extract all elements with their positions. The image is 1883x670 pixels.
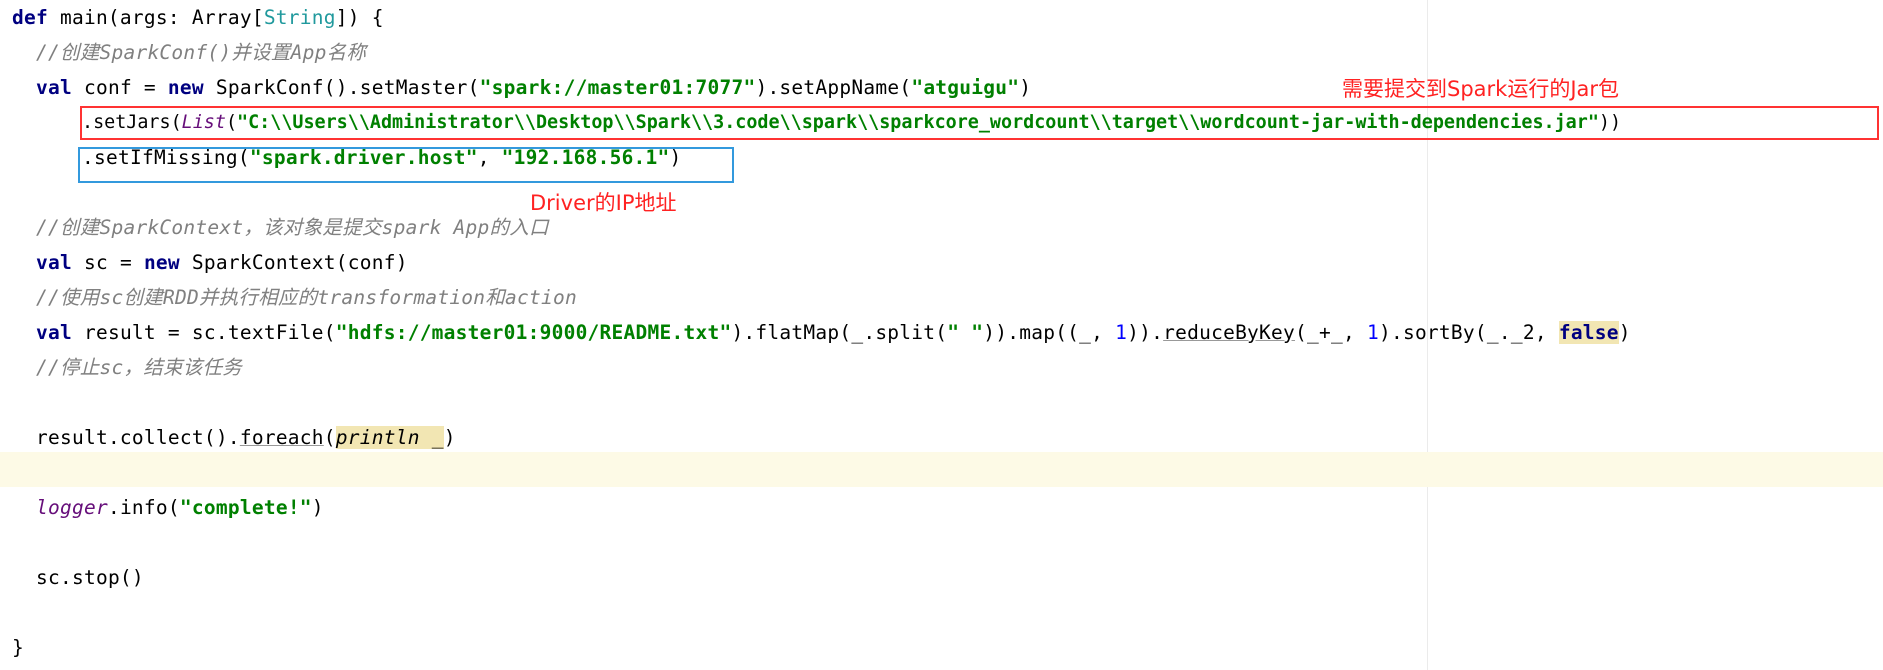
string-literal: "complete!" <box>179 496 312 519</box>
string-literal: "hdfs://master01:9000/README.txt" <box>335 321 732 344</box>
code-text: SparkContext(conf) <box>179 251 408 274</box>
code-text: ]) { <box>335 6 384 29</box>
code-text: result = sc.textFile( <box>71 321 336 344</box>
keyword: def <box>12 6 48 29</box>
code-text: ).setAppName( <box>755 76 912 99</box>
current-line-highlight <box>0 452 1883 487</box>
method-name: foreach <box>239 426 324 449</box>
number-literal: 1 <box>1366 321 1379 344</box>
code-line-7[interactable]: val sc = new SparkContext(conf) <box>36 245 408 280</box>
code-comment[interactable]: //使用sc创建RDD并执行相应的transformation和action <box>36 280 577 315</box>
jar-annotation-note: 需要提交到Spark运行的Jar包 <box>1342 77 1620 101</box>
driver-annotation-box <box>78 147 734 183</box>
code-line-3[interactable]: val conf = new SparkConf().setMaster("sp… <box>36 70 1031 105</box>
keyword: false <box>1558 321 1619 344</box>
keyword: val <box>36 76 72 99</box>
keyword: new <box>167 76 204 99</box>
code-text: ).sortBy(_._2, <box>1378 321 1559 344</box>
code-line-14[interactable]: logger.info("complete!") <box>36 490 324 525</box>
code-comment[interactable]: //停止sc，结束该任务 <box>36 350 242 385</box>
code-text: ) <box>1618 321 1631 344</box>
string-literal: " " <box>947 321 984 344</box>
logger-field: logger <box>36 496 108 519</box>
code-line-9[interactable]: val result = sc.textFile("hdfs://master0… <box>36 315 1631 350</box>
code-line-16[interactable]: sc.stop() <box>36 560 144 595</box>
method-name: reduceByKey <box>1163 321 1296 344</box>
keyword: val <box>36 251 72 274</box>
code-line-18[interactable]: } <box>12 630 24 665</box>
keyword: new <box>143 251 180 274</box>
code-text: SparkConf().setMaster( <box>203 76 480 99</box>
code-text: ( <box>323 426 336 449</box>
code-text: conf = <box>71 76 168 99</box>
code-text: main(args: Array[ <box>47 6 264 29</box>
code-comment[interactable]: //创建SparkConf()并设置App名称 <box>36 35 366 70</box>
driver-annotation-note: Driver的IP地址 <box>530 191 677 215</box>
highlighted-expression: println _ <box>335 426 444 449</box>
string-literal: "spark://master01:7077" <box>479 76 756 99</box>
code-comment[interactable]: //创建SparkContext，该对象是提交spark App的入口 <box>36 210 549 245</box>
code-text: )).map((_, <box>983 321 1116 344</box>
jar-annotation-box <box>80 106 1879 140</box>
number-literal: 1 <box>1115 321 1128 344</box>
code-text: (_+_, <box>1295 321 1367 344</box>
code-text: ) <box>311 496 324 519</box>
code-text: )). <box>1127 321 1164 344</box>
code-text: result.collect(). <box>36 426 240 449</box>
code-text: ) <box>443 426 456 449</box>
string-literal: "atguigu" <box>911 76 1020 99</box>
code-text: .info( <box>107 496 180 519</box>
type-name: String <box>263 6 336 29</box>
code-line-12[interactable]: result.collect().foreach(println _) <box>36 420 456 455</box>
code-editor[interactable]: def main(args: Array[String]) { //创建Spar… <box>0 0 1883 670</box>
code-line-1[interactable]: def main(args: Array[String]) { <box>12 0 384 35</box>
code-text: ).flatMap(_.split( <box>731 321 948 344</box>
keyword: val <box>36 321 72 344</box>
code-text: sc = <box>71 251 144 274</box>
code-text: ) <box>1019 76 1032 99</box>
